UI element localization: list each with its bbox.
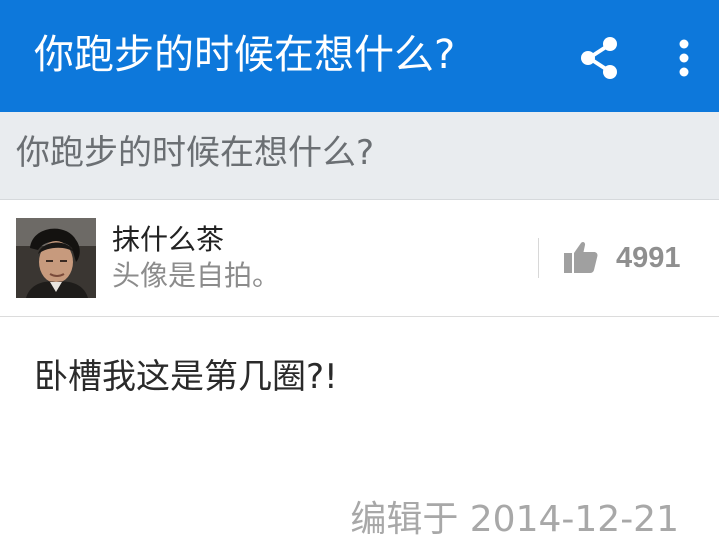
more-options-button[interactable] [664, 32, 704, 84]
author-name[interactable]: 抹什么茶 [112, 222, 224, 258]
vote-divider [538, 238, 539, 278]
answer-author-row: 抹什么茶 头像是自拍。 4991 [0, 200, 719, 317]
question-title[interactable]: 你跑步的时候在想什么? [16, 128, 374, 178]
upvote-button[interactable]: 4991 [560, 236, 700, 280]
share-icon [581, 37, 617, 79]
author-bio: 头像是自拍。 [112, 259, 281, 292]
avatar[interactable] [16, 218, 96, 298]
more-vert-icon [679, 39, 689, 77]
question-header[interactable]: 你跑步的时候在想什么? [0, 112, 719, 200]
app-bar: 你跑步的时候在想什么? [0, 0, 719, 112]
share-button[interactable] [574, 32, 626, 84]
thumbs-up-icon [564, 241, 598, 273]
answer-content[interactable]: 卧槽我这是第几圈?! [34, 352, 338, 402]
edit-date: 编辑于 2014-12-21 [350, 499, 679, 540]
app-title: 你跑步的时候在想什么? [34, 32, 456, 78]
vote-count: 4991 [616, 242, 681, 274]
avatar-photo [16, 218, 96, 298]
